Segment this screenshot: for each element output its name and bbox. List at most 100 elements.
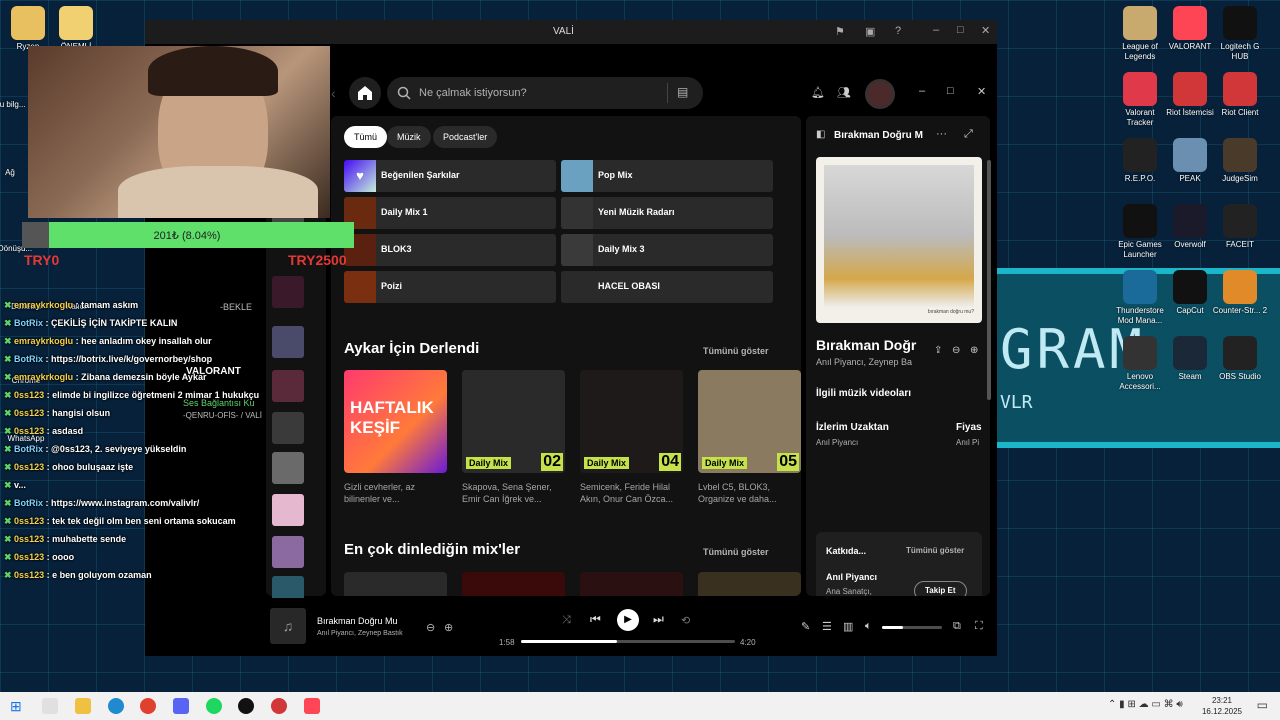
desktop-icon[interactable]: CapCut	[1162, 270, 1218, 316]
mix-card[interactable]	[580, 572, 683, 596]
mix-card[interactable]	[462, 572, 565, 596]
mix-card[interactable]: HAFTALIK KEŞİF Gizli cevherler, az biline…	[344, 370, 447, 505]
chrome-icon[interactable]	[140, 698, 156, 714]
avatar[interactable]	[865, 79, 895, 109]
add-icon[interactable]: ⊕	[970, 345, 978, 356]
video-title[interactable]: Fiyas	[956, 422, 982, 433]
spotify-icon[interactable]	[206, 698, 222, 714]
desktop-icon[interactable]: Riot Client	[1212, 72, 1268, 118]
riot-icon[interactable]	[271, 698, 287, 714]
desktop-icon[interactable]: VALORANT	[1162, 6, 1218, 52]
mix-card[interactable]	[344, 572, 447, 596]
follow-button[interactable]: Takip Et	[914, 581, 967, 596]
search-input[interactable]: Ne çalmak istiyorsun? ▤	[387, 77, 703, 109]
show-all-link[interactable]: Tümünü göster	[703, 346, 769, 356]
mix-card[interactable]: Daily Mix 04 Semicenk, Feride Hilal Akın, …	[580, 370, 683, 505]
browse-icon[interactable]: ▤	[677, 85, 688, 99]
shortcut-tile[interactable]: Poizi	[344, 271, 556, 303]
lyrics-icon[interactable]: ✎	[801, 620, 810, 633]
shortcut-tile[interactable]: Daily Mix 1	[344, 197, 556, 229]
desktop-icon[interactable]: Epic Games Launcher	[1112, 204, 1168, 260]
mix-card[interactable]	[698, 572, 801, 596]
credit-name[interactable]: Anıl Piyancı	[826, 572, 877, 582]
obs-icon[interactable]	[238, 698, 254, 714]
shuffle-icon[interactable]: ⤨	[562, 614, 571, 627]
desktop-icon[interactable]: Logitech G HUB	[1212, 6, 1268, 62]
library-item[interactable]	[272, 536, 304, 568]
shortcut-tile[interactable]: HACEL OBASI	[561, 271, 773, 303]
taskbar-clock[interactable]: 23:21 16.12.2025	[1202, 695, 1242, 717]
desktop-icon[interactable]: League of Legends	[1112, 6, 1168, 62]
devices-icon[interactable]: ▥	[843, 620, 853, 633]
screen-icon[interactable]: ▣	[865, 25, 875, 38]
credits-show-all[interactable]: Tümünü göster	[906, 546, 964, 555]
shortcut-tile[interactable]: ♥ Beğenilen Şarkılar	[344, 160, 556, 192]
shortcut-tile[interactable]: BLOK3	[344, 234, 556, 266]
desktop-icon[interactable]: Steam	[1162, 336, 1218, 382]
mix-card[interactable]: Daily Mix 05 Lvbel C5, BLOK3, Organize ve …	[698, 370, 801, 505]
folder-icon[interactable]	[75, 698, 91, 714]
shortcut-tile[interactable]: Pop Mix	[561, 160, 773, 192]
expand-icon[interactable]: ⤢	[964, 128, 973, 141]
library-item[interactable]	[272, 412, 304, 444]
library-item[interactable]	[272, 370, 304, 402]
volume-icon[interactable]: 🔈︎	[865, 620, 872, 633]
window-titlebar[interactable]: VALİ ⚑ ▣ ? – □ ✕	[145, 20, 997, 44]
library-item[interactable]	[272, 276, 304, 308]
mix-card[interactable]: Daily Mix 02 Skapova, Sena Şener, Emir Can…	[462, 370, 565, 505]
back-arrow-icon[interactable]: ‹	[331, 85, 336, 101]
player-artists[interactable]: Anıl Piyancı, Zeynep Bastık	[317, 630, 403, 637]
track-title[interactable]: Bırakman Doğr	[816, 337, 916, 353]
desktop-icon[interactable]: R.E.P.O.	[1112, 138, 1168, 184]
friends-icon[interactable]: 👥︎	[837, 86, 851, 99]
windows-start-icon[interactable]: ⊞	[10, 698, 22, 715]
more-icon[interactable]: ···	[936, 128, 947, 140]
panel-scrollbar[interactable]	[987, 160, 991, 400]
discord-icon[interactable]	[173, 698, 189, 714]
desktop-icon-ag[interactable]: Ağ	[0, 168, 30, 178]
taskbar-app-icon[interactable]	[42, 698, 58, 714]
remove-icon[interactable]: ⊖	[426, 621, 435, 634]
home-button[interactable]	[349, 77, 381, 109]
minimize-icon[interactable]: –	[933, 24, 939, 36]
chip-music[interactable]: Müzik	[387, 126, 431, 148]
remove-icon[interactable]: ⊖	[952, 345, 960, 356]
desktop-icon[interactable]: Valorant Tracker	[1112, 72, 1168, 128]
desktop-icon[interactable]: Overwolf	[1162, 204, 1218, 250]
close-icon[interactable]: ✕	[981, 24, 990, 37]
help-icon[interactable]: ?	[895, 25, 901, 37]
queue-icon[interactable]: ☰	[822, 620, 832, 633]
repeat-icon[interactable]: ⟲	[681, 614, 690, 627]
valorant-icon[interactable]	[304, 698, 320, 714]
video-title[interactable]: İzlerim Uzaktan	[816, 422, 889, 433]
system-tray-icons[interactable]: ⌃ ▮ ⊞ ☁ ▭ ⌘ 🔊︎	[1108, 699, 1183, 710]
desktop-icon[interactable]: FACEIT	[1212, 204, 1268, 250]
chip-all[interactable]: Tümü	[344, 126, 388, 148]
volume-slider[interactable]	[882, 626, 942, 629]
desktop-icon[interactable]: OBS Studio	[1212, 336, 1268, 382]
add-icon[interactable]: ⊕	[444, 621, 453, 634]
edge-icon[interactable]	[108, 698, 124, 714]
panel-icon[interactable]: ◧	[816, 129, 825, 140]
player-title[interactable]: Bırakman Doğru Mu	[317, 616, 398, 626]
shortcut-tile[interactable]: Yeni Müzik Radarı	[561, 197, 773, 229]
minimize-icon[interactable]: –	[919, 85, 925, 97]
maximize-icon[interactable]: □	[947, 85, 954, 97]
share-icon[interactable]: ⇪	[934, 345, 942, 356]
play-button[interactable]: ▶	[617, 609, 639, 631]
notification-icon[interactable]: ▭	[1257, 698, 1268, 712]
desktop-icon-bilgisayar[interactable]: Bu bilg...	[0, 100, 30, 110]
desktop-icon[interactable]: JudgeSim	[1212, 138, 1268, 184]
desktop-icon[interactable]: Counter-Str... 2	[1212, 270, 1268, 316]
next-icon[interactable]: ⏭︎	[653, 612, 664, 627]
seek-bar[interactable]	[521, 640, 735, 643]
desktop-icon[interactable]: Lenovo Accessori...	[1112, 336, 1168, 392]
shortcut-tile[interactable]: Daily Mix 3	[561, 234, 773, 266]
desktop-icon[interactable]: Thunderstore Mod Mana...	[1112, 270, 1168, 326]
library-item[interactable]	[272, 452, 304, 484]
close-icon[interactable]: ✕	[977, 85, 986, 98]
chip-podcasts[interactable]: Podcast'ler	[433, 126, 498, 148]
bell-icon[interactable]: 🔔︎	[811, 86, 825, 99]
previous-icon[interactable]: ⏮︎	[590, 612, 601, 627]
desktop-icon[interactable]: Riot İstemcisi	[1162, 72, 1218, 118]
